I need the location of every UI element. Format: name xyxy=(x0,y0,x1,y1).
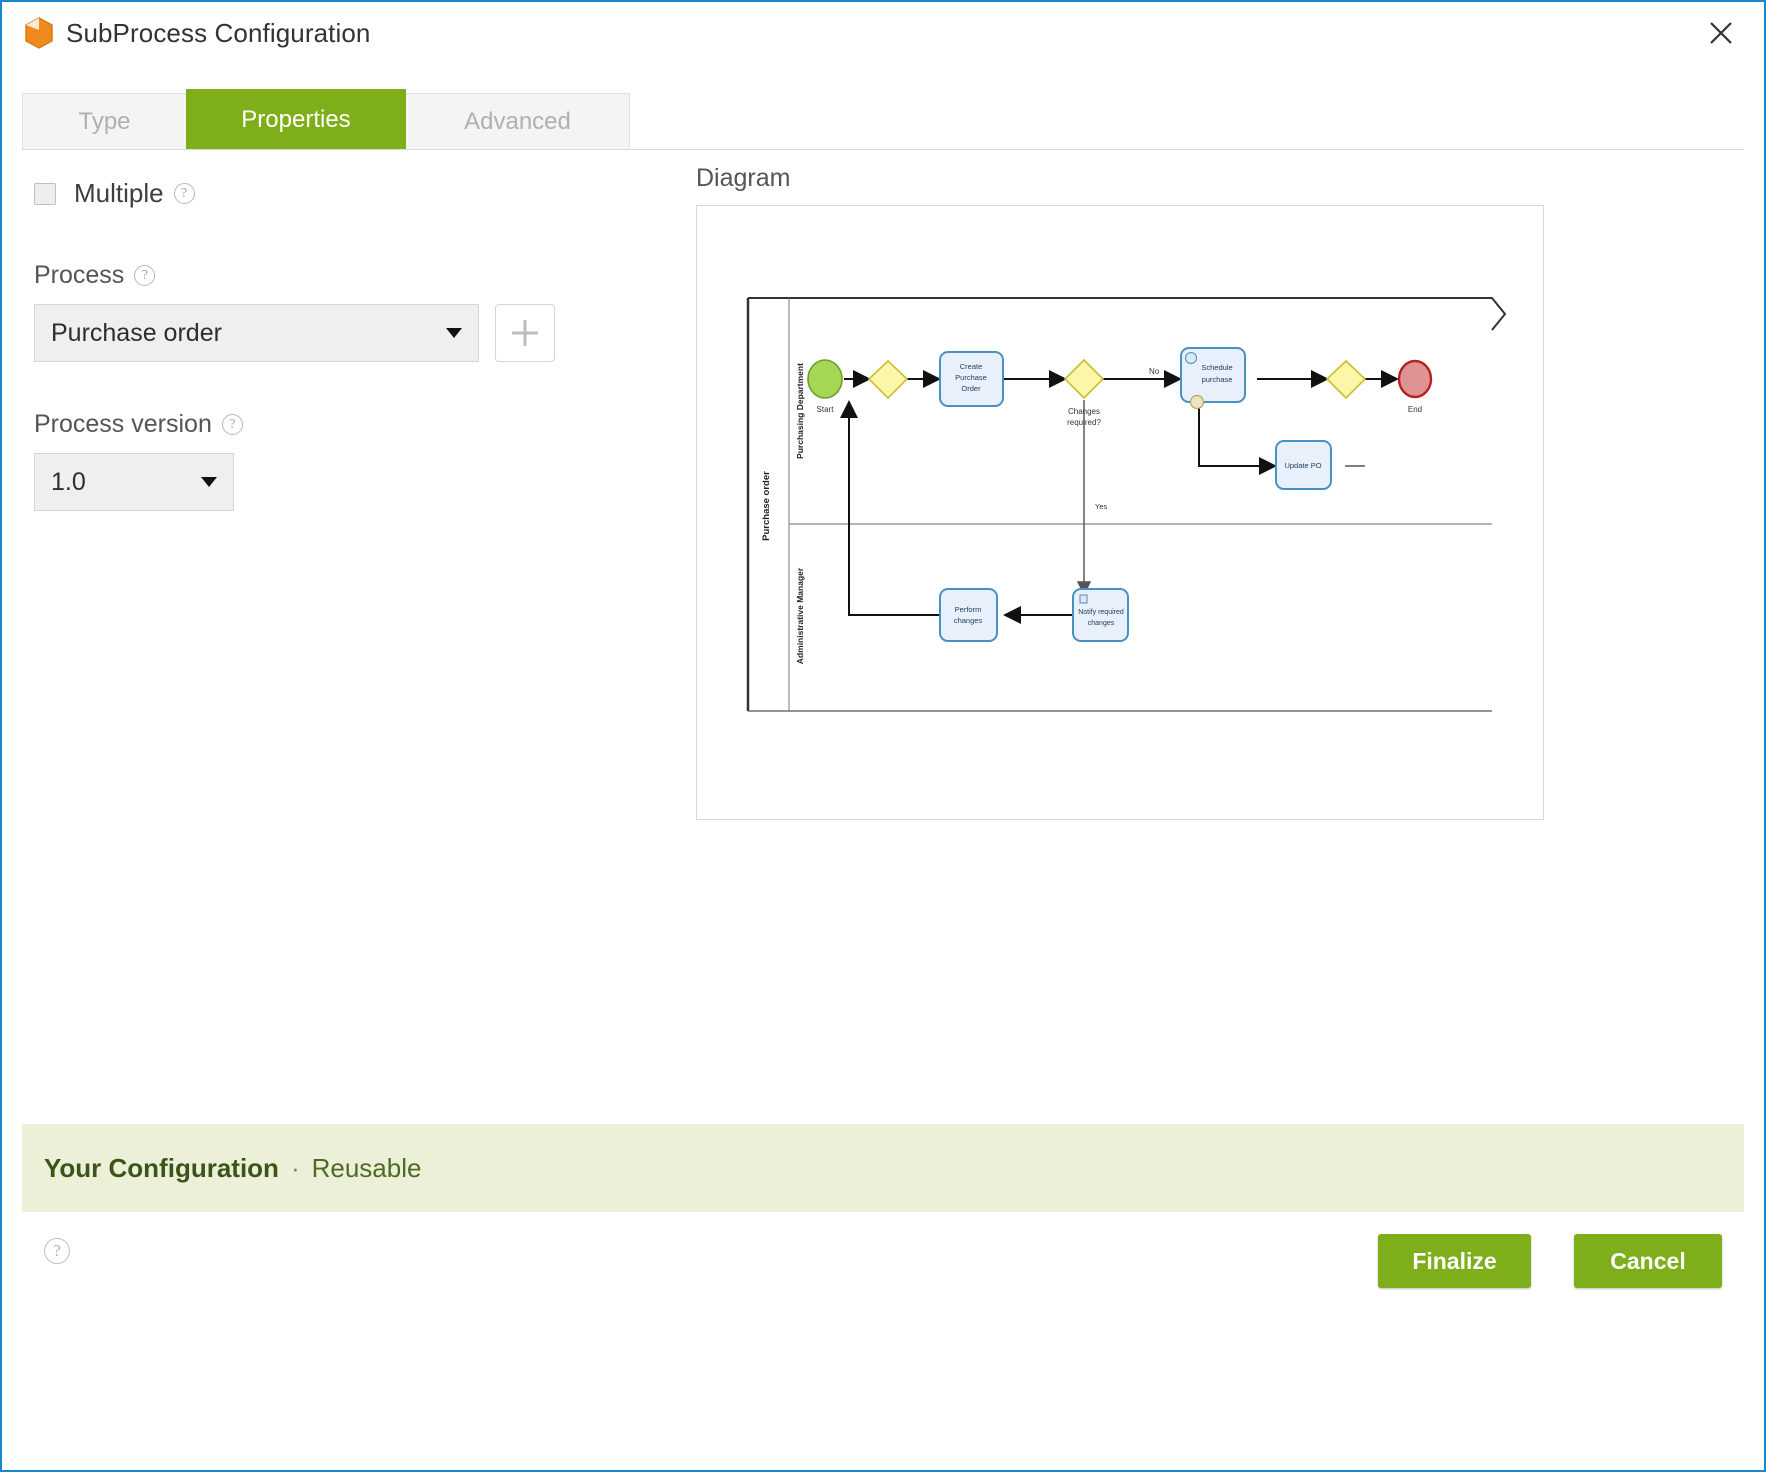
process-version-label: Process version xyxy=(34,410,212,438)
dialog-footer: ? Finalize Cancel xyxy=(2,1212,1764,1332)
tab-properties-label: Properties xyxy=(241,105,351,133)
multiple-help-icon[interactable]: ? xyxy=(173,183,195,204)
svg-text:Update PO: Update PO xyxy=(1284,461,1321,470)
add-process-button[interactable] xyxy=(495,304,555,362)
tab-type[interactable]: Type xyxy=(22,93,187,149)
bpmn-edge-label-no: No xyxy=(1149,367,1160,376)
chevron-down-icon xyxy=(446,328,462,338)
process-help-icon[interactable]: ? xyxy=(134,265,156,286)
dialog-body: Multiple ? Process ? Purchase order Proc… xyxy=(2,152,1764,1117)
bpmn-task-perform xyxy=(939,588,998,642)
close-icon[interactable] xyxy=(1700,12,1742,54)
process-version-help-icon[interactable]: ? xyxy=(221,414,243,435)
process-version-label-row: Process version ? xyxy=(34,410,654,439)
footer-help-icon[interactable]: ? xyxy=(44,1238,70,1264)
pool-label: Purchase order xyxy=(761,471,772,541)
tab-advanced-label: Advanced xyxy=(464,107,571,135)
svg-text:changes: changes xyxy=(1088,620,1115,627)
bpmn-start-label: Start xyxy=(817,405,835,414)
process-select-row: Purchase order xyxy=(34,304,654,362)
process-label: Process xyxy=(34,261,125,289)
process-select[interactable]: Purchase order xyxy=(34,304,479,362)
tab-advanced[interactable]: Advanced xyxy=(405,93,630,149)
bpmn-start-event xyxy=(807,359,843,399)
finalize-button[interactable]: Finalize xyxy=(1378,1234,1531,1288)
process-version-selected-value: 1.0 xyxy=(51,467,86,496)
svg-text:Schedule: Schedule xyxy=(1201,363,1232,372)
lane-label-purchasing: Purchasing Department xyxy=(795,363,805,459)
bpmn-gateway-changes xyxy=(1063,358,1105,400)
svg-text:Changes: Changes xyxy=(1068,407,1100,416)
bpmn-end-event xyxy=(1397,359,1433,399)
properties-form: Multiple ? Process ? Purchase order Proc… xyxy=(34,178,654,559)
svg-text:changes: changes xyxy=(954,616,983,625)
tab-bar: Type Properties Advanced xyxy=(22,89,1744,150)
page-title: SubProcess Configuration xyxy=(66,17,371,48)
subprocess-configuration-dialog: SubProcess Configuration Type Properties… xyxy=(0,0,1766,1472)
diagram-panel: Diagram Purchase order Purchasing Depart… xyxy=(696,164,1544,820)
svg-text:Order: Order xyxy=(961,384,981,393)
cancel-button[interactable]: Cancel xyxy=(1574,1234,1722,1288)
process-selected-value: Purchase order xyxy=(51,318,222,347)
svg-text:Create: Create xyxy=(960,362,983,371)
bpmn-diagram: Purchase order Purchasing Department Adm… xyxy=(746,297,1507,712)
plus-icon xyxy=(512,320,538,346)
process-version-select[interactable]: 1.0 xyxy=(34,453,234,511)
configuration-banner: Your Configuration · Reusable xyxy=(22,1124,1744,1212)
bpmn-end-label: End xyxy=(1408,405,1422,414)
svg-text:purchase: purchase xyxy=(1202,375,1233,384)
lane-label-admin: Administrative Manager xyxy=(795,567,805,664)
configuration-separator: · xyxy=(290,1152,300,1183)
bpmn-gateway-merge xyxy=(1325,359,1367,400)
bpmn-gateway-join xyxy=(867,359,909,400)
process-field: Process ? Purchase order xyxy=(34,261,654,362)
diagram-canvas[interactable]: Purchase order Purchasing Department Adm… xyxy=(696,205,1544,820)
chevron-down-icon xyxy=(201,477,217,487)
multiple-row: Multiple ? xyxy=(34,178,654,209)
configuration-subtitle: Reusable xyxy=(311,1152,422,1183)
tab-type-label: Type xyxy=(78,107,131,135)
multiple-checkbox[interactable] xyxy=(34,182,56,205)
process-version-field: Process version ? 1.0 xyxy=(34,410,654,511)
svg-text:Perform: Perform xyxy=(955,605,982,614)
title-bar: SubProcess Configuration xyxy=(2,2,1764,64)
diagram-title: Diagram xyxy=(696,164,791,192)
tab-properties[interactable]: Properties xyxy=(186,89,406,149)
cube-icon xyxy=(25,17,53,49)
svg-text:Notify required: Notify required xyxy=(1078,609,1124,616)
configuration-title: Your Configuration xyxy=(44,1152,279,1183)
multiple-label: Multiple xyxy=(74,178,164,208)
bpmn-edge-label-yes: Yes xyxy=(1095,502,1107,511)
svg-text:required?: required? xyxy=(1067,418,1101,427)
svg-text:Purchase: Purchase xyxy=(955,373,987,382)
process-label-row: Process ? xyxy=(34,261,654,290)
